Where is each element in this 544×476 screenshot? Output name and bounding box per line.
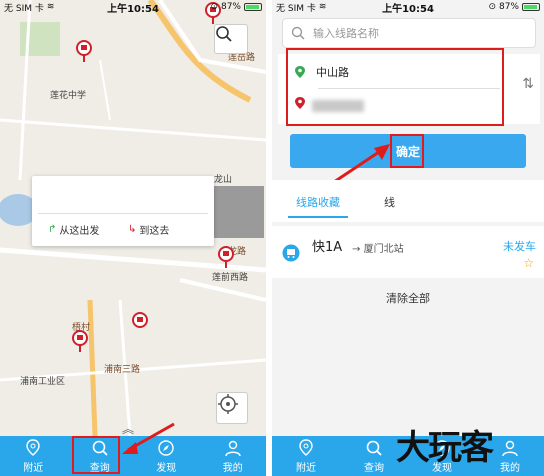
route-destination: → 厦门北站 xyxy=(352,240,404,255)
status-bar: 无 SIM 卡 ≋ 上午10:54 ⊙ 87% xyxy=(0,0,266,15)
map-screen: 莲花中学 龙山 莲前西路 浦南工业区 莲岳路 浦南三路 梧村 龙路 ↱ 从这出发… xyxy=(0,0,266,476)
route-status: 未发车 xyxy=(503,240,536,253)
tab-label: 我的 xyxy=(500,462,520,474)
popup-divider xyxy=(38,213,208,214)
search-icon xyxy=(291,26,305,40)
road-label-b: 浦南三路 xyxy=(104,365,141,375)
tab-label: 查询 xyxy=(364,462,384,474)
status-bar: 无 SIM 卡 ≋ 上午10:54 ⊙ 87% xyxy=(272,0,544,15)
tab-profile[interactable]: 我的 xyxy=(200,436,267,476)
tab-nearby[interactable]: 附近 xyxy=(0,436,67,476)
go-here-button[interactable]: ↳ 到这去 xyxy=(128,222,169,237)
location-pin-icon xyxy=(26,438,40,456)
map-search-button[interactable] xyxy=(214,24,248,54)
wifi-icon: ≋ xyxy=(46,2,55,12)
person-icon xyxy=(502,440,518,456)
route-query-screen: 无 SIM 卡≋ 上午10:54 ⊙87% 输入线路名称 中山路 ⇅ 确定 xyxy=(272,0,544,476)
battery-icon xyxy=(244,3,262,11)
search-icon xyxy=(216,26,232,42)
route-search-input[interactable]: 输入线路名称 xyxy=(282,18,536,48)
battery-icon xyxy=(522,3,540,11)
route-number: 快1A xyxy=(312,240,343,255)
tab-second[interactable]: 线 xyxy=(384,194,395,210)
search-placeholder: 输入线路名称 xyxy=(313,27,379,40)
bus-stop-pin[interactable] xyxy=(72,330,88,352)
go-here-label: 到这去 xyxy=(139,226,170,237)
locate-icon xyxy=(218,394,238,414)
annotation-arrow xyxy=(122,422,175,454)
carrier-text: 无 SIM 卡 xyxy=(276,3,316,14)
map-label-longshan: 龙山 xyxy=(214,175,233,185)
highlight-box xyxy=(72,436,120,474)
arrow-icon: → xyxy=(352,244,361,255)
favorites-tabs: 线路收藏 线 xyxy=(272,180,544,222)
person-icon xyxy=(225,440,241,456)
active-tab-underline xyxy=(288,216,348,218)
map-view[interactable]: 莲花中学 龙山 莲前西路 浦南工业区 莲岳路 浦南三路 梧村 龙路 ↱ 从这出发… xyxy=(0,0,266,436)
clear-all-button[interactable]: 清除全部 xyxy=(272,290,544,306)
bus-stop-pin[interactable] xyxy=(132,312,148,334)
turn-right-icon: ↱ xyxy=(48,224,57,235)
screenshot-stage: 莲花中学 龙山 莲前西路 浦南工业区 莲岳路 浦南三路 梧村 龙路 ↱ 从这出发… xyxy=(0,0,544,476)
lock-icon: ⊙ xyxy=(488,2,496,12)
map-location-popup: ↱ 从这出发 ↳ 到这去 xyxy=(32,176,214,246)
highlight-box xyxy=(286,48,504,126)
turn-down-icon: ↳ xyxy=(128,224,137,235)
tab-label: 我的 xyxy=(222,462,243,474)
tab-label: 发现 xyxy=(156,462,177,474)
bus-stop-pin[interactable] xyxy=(76,40,92,62)
map-label-school: 莲花中学 xyxy=(50,91,87,101)
battery-percent: 87% xyxy=(498,2,519,12)
status-time: 上午10:54 xyxy=(107,3,159,15)
destination-label: 厦门北站 xyxy=(363,244,404,255)
watermark-logo: 大玩客 xyxy=(396,428,494,468)
wifi-icon: ≋ xyxy=(318,2,327,12)
from-here-label: 从这出发 xyxy=(59,226,100,237)
tab-label: 附近 xyxy=(23,462,44,474)
from-here-button[interactable]: ↱ 从这出发 xyxy=(48,222,99,237)
tab-route-favorites[interactable]: 线路收藏 xyxy=(296,194,340,210)
battery-percent: 87% xyxy=(220,2,241,12)
lock-icon: ⊙ xyxy=(210,2,218,12)
tab-nearby[interactable]: 附近 xyxy=(272,436,340,476)
carrier-text: 无 SIM 卡 xyxy=(4,3,44,14)
locate-button[interactable] xyxy=(216,392,248,424)
search-icon xyxy=(366,440,382,456)
star-icon[interactable]: ☆ xyxy=(523,256,534,270)
tab-label: 附近 xyxy=(296,462,316,474)
location-pin-icon xyxy=(299,438,313,456)
map-label-lianqian-west: 莲前西路 xyxy=(212,273,249,283)
status-time: 上午10:54 xyxy=(382,3,434,15)
map-tile-gap xyxy=(214,186,264,238)
swap-icon[interactable]: ⇅ xyxy=(522,76,534,92)
bus-stop-pin[interactable] xyxy=(218,246,234,268)
favorite-route-item[interactable]: 快1A → 厦门北站 未发车 ☆ xyxy=(272,226,544,278)
bus-icon xyxy=(282,244,300,262)
map-label-industrial: 浦南工业区 xyxy=(20,377,66,387)
